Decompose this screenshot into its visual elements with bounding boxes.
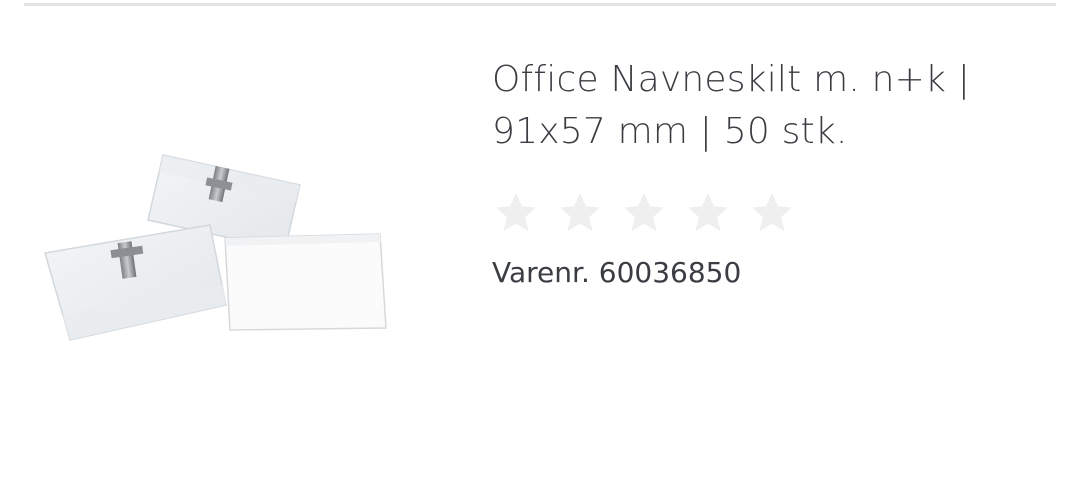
star-icon: [624, 193, 664, 231]
product-title-line2: 91x57 mm | 50 stk.: [492, 111, 848, 152]
product-info: Office Navneskilt m. n+k | 91x57 mm | 50…: [492, 54, 1052, 289]
sku-line: Varenr. 60036850: [492, 256, 1052, 289]
product-image[interactable]: [20, 110, 420, 370]
star-icon: [560, 193, 600, 231]
sku-label: Varenr.: [492, 256, 590, 289]
badge-card: [224, 233, 387, 331]
star-icon: [688, 193, 728, 231]
name-badge-product-image: [44, 154, 387, 341]
product-title[interactable]: Office Navneskilt m. n+k | 91x57 mm | 50…: [492, 54, 1052, 158]
product-title-line1: Office Navneskilt m. n+k |: [492, 59, 971, 100]
star-icon: [496, 193, 536, 231]
star-icon: [752, 193, 792, 231]
top-divider: [24, 3, 1056, 6]
badge-left: [44, 224, 227, 341]
sku-value: 60036850: [598, 256, 742, 289]
rating-stars[interactable]: [492, 188, 1052, 238]
